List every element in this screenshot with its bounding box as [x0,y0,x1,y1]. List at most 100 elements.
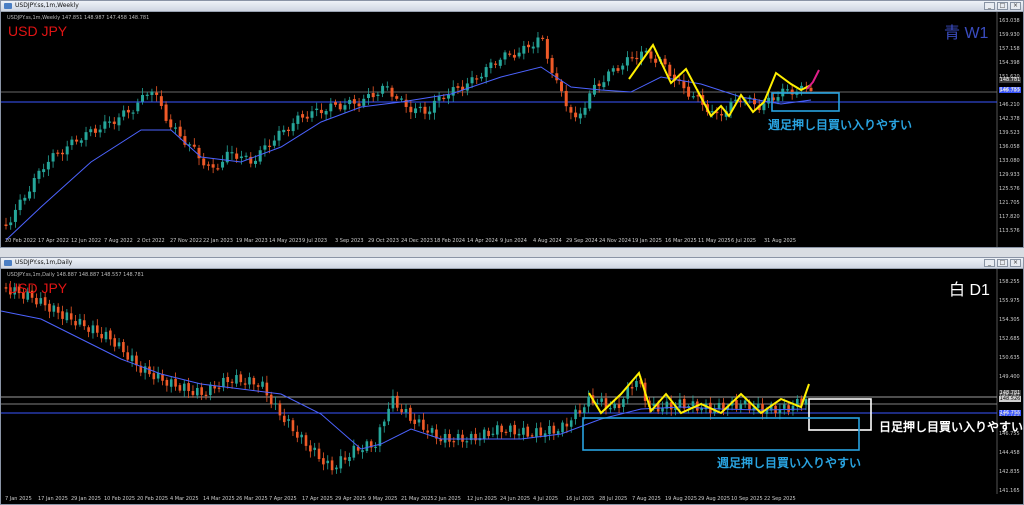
price-tick-label: 152.685 [999,336,1020,342]
weekly-candle-body [169,119,173,128]
price-tick-label: 159.930 [999,32,1020,38]
time-tick-label: 19 Mar 2023 [236,238,268,244]
minimize-button[interactable]: _ [984,2,995,10]
weekly-candle-body [75,139,79,142]
daily-candle-body [782,404,786,409]
weekly-candle-body [98,129,102,133]
weekly-timeframe-tag: 青 W1 [944,25,989,42]
daily-candle-body [548,425,551,435]
daily-plot-area[interactable] [1,269,1023,494]
weekly-candle-body [28,191,32,199]
weekly-candle-body [607,71,611,82]
weekly-candle-body [550,58,554,73]
weekly-candle-body [663,58,667,65]
weekly-candle-body [385,86,389,88]
weekly-candle-body [767,97,771,104]
weekly-candle-body [545,39,549,59]
daily-candle-body [400,409,403,413]
time-tick-label: 29 Aug 2025 [698,496,731,502]
time-tick-label: 3 Sep 2023 [335,238,364,244]
daily-candle-body [391,395,395,409]
weekly-candle-body [145,94,149,96]
daily-candle-body [487,430,490,437]
daily-candle-body [130,355,134,362]
price-tick-label: 113.576 [999,228,1020,234]
daily-candle-body [600,398,603,402]
weekly-candle-body [122,110,126,117]
weekly-symbol-label: USD JPY [8,23,68,39]
daily-timeframe-tag: 白 D1 [949,282,990,299]
weekly-note: 週足押し目買い入りやすい [768,118,913,132]
daily-chart-window[interactable]: USDJPY.ss,1m,Daily _ □ × USDJPY.ss,1m,Da… [0,257,1024,505]
price-tick-label: 147.725 [999,412,1020,418]
weekly-candle-body [635,57,639,60]
daily-candle-body [48,303,51,312]
weekly-candle-body [23,197,27,201]
daily-candle-body [491,433,495,435]
weekly-candle-body [649,51,653,59]
daily-candle-body [804,399,808,405]
daily-candle-body [313,447,316,450]
daily-candle-body [287,419,290,421]
weekly-candle-body [150,91,154,95]
weekly-candle-body [395,96,399,99]
daily-candle-body [365,441,369,451]
time-tick-label: 21 May 2025 [401,496,434,502]
daily-candle-body [387,408,390,422]
weekly-candle-body [597,83,601,87]
weekly-price-axis[interactable]: 148.781 146.755 163.038 159.930 157.158 154.3… [997,12,1023,237]
maximize-button[interactable]: □ [997,259,1008,267]
weekly-candle-body [230,152,234,154]
weekly-candle-body [611,68,615,72]
weekly-candle-body [319,109,323,114]
weekly-candle-body [366,94,370,98]
daily-candle-body [96,325,99,333]
daily-candle-body [74,321,77,326]
weekly-candle-body [517,52,521,57]
daily-candle-body [452,441,456,443]
price-tick-label: 146.755 [999,431,1020,437]
daily-candle-body [430,428,434,433]
daily-time-axis[interactable]: 7 Jan 2025 17 Jan 2025 29 Jan 2025 10 Feb 2… [1,496,997,504]
price-tick-label: 133.080 [999,158,1020,164]
weekly-candle-body [527,44,531,48]
weekly-candle-body [682,80,686,89]
weekly-candle-body [155,92,159,95]
weekly-titlebar[interactable]: USDJPY.ss,1m,Weekly _ □ × [1,1,1023,12]
price-tick-label: 146.210 [999,102,1020,108]
daily-candle-body [382,421,386,427]
maximize-button[interactable]: □ [997,2,1008,10]
daily-candle-body [661,408,664,412]
weekly-candle-body [621,65,625,70]
price-tick-label: 125.576 [999,186,1020,192]
time-tick-label: 11 May 2025 [698,238,731,244]
weekly-chart-window[interactable]: USDJPY.ss,1m,Weekly _ □ × USDJPY.ss,1m,W… [0,0,1024,248]
daily-price-axis[interactable]: 148.781 148.526 146.755 158.255 155.975 154.3… [997,269,1023,494]
daily-candle-body [322,458,325,465]
daily-titlebar[interactable]: USDJPY.ss,1m,Daily _ □ × [1,258,1023,269]
daily-candle-body [404,409,408,413]
weekly-candle-body [381,85,385,94]
time-tick-label: 7 Apr 2025 [269,496,297,502]
daily-price-chart[interactable] [1,269,1023,494]
daily-candle-body [622,399,625,407]
daily-candle-body [791,405,795,411]
weekly-candle-body [630,57,634,59]
price-tick-label: 150.635 [999,355,1020,361]
weekly-candle-body [357,103,361,107]
close-button[interactable]: × [1010,2,1021,10]
daily-candle-body [248,377,251,385]
weekly-time-axis[interactable]: 20 Feb 2022 17 Apr 2022 12 Jun 2022 7 Aug 2… [1,238,997,246]
weekly-candle-body [46,161,50,170]
chart-window-icon [4,260,12,266]
daily-candle-body [378,427,382,447]
weekly-candle-body [37,170,41,179]
close-button[interactable]: × [1010,259,1021,267]
daily-candle-body [409,407,412,421]
daily-candle-body [109,330,112,340]
time-tick-label: 29 Jan 2025 [71,496,101,502]
weekly-candle-body [13,209,17,222]
price-tick-label: 163.038 [999,18,1020,24]
daily-candle-body [222,377,225,388]
minimize-button[interactable]: _ [984,259,995,267]
